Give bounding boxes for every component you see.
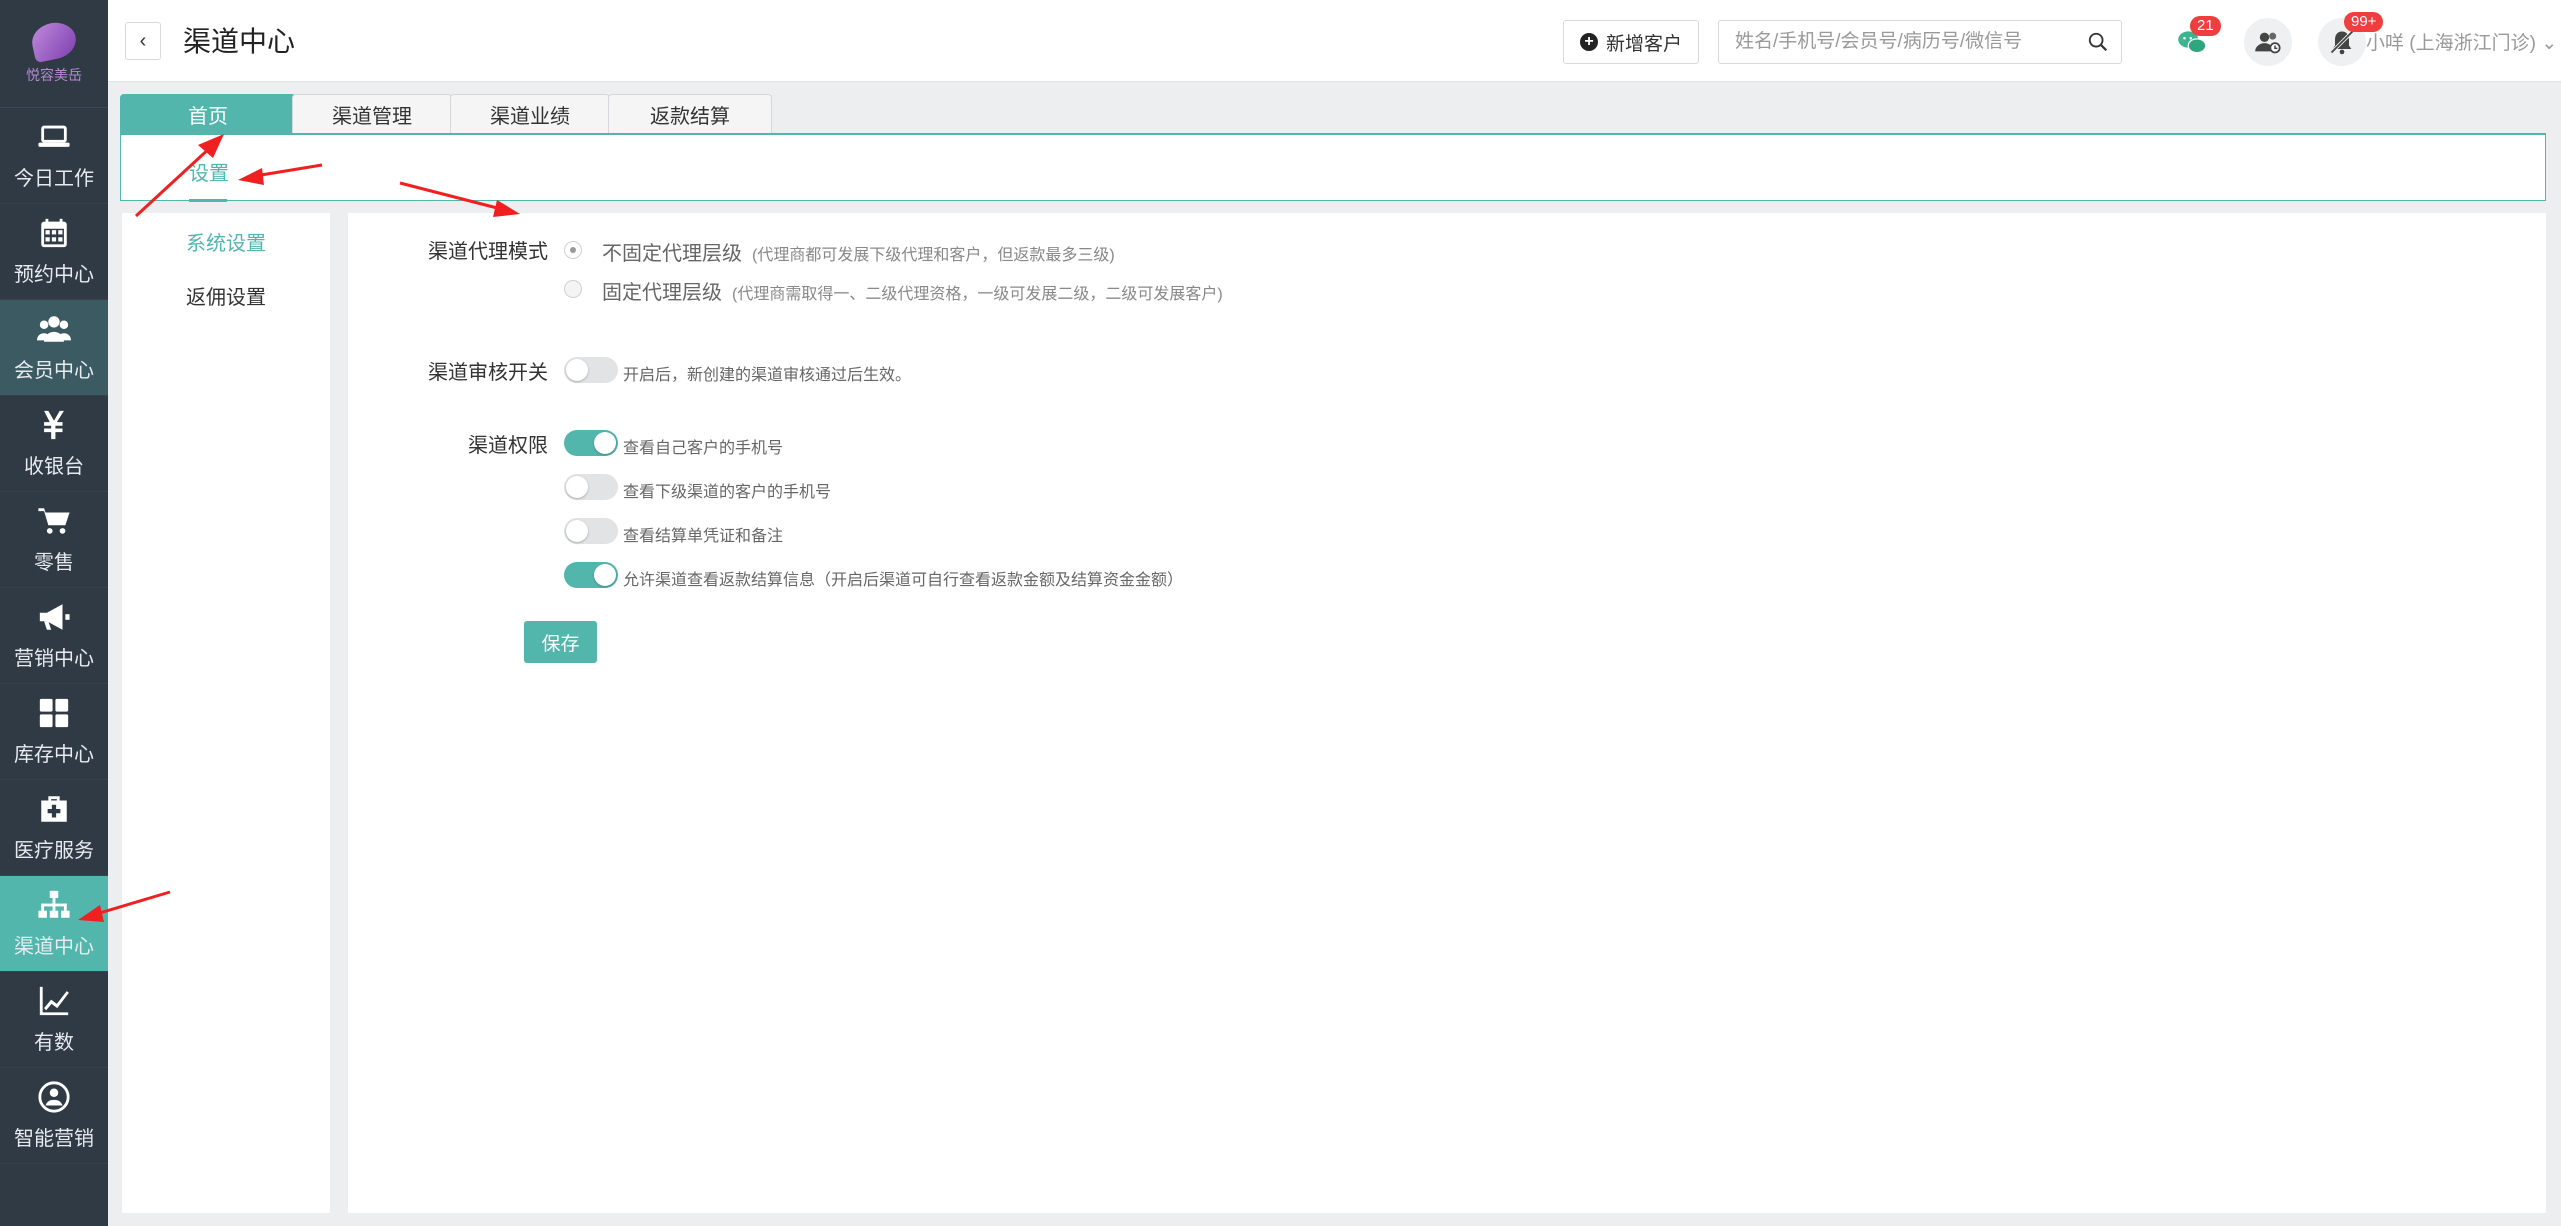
add-customer-label: 新增客户 [1605, 33, 1682, 55]
grid-icon [39, 698, 69, 728]
cart-icon [38, 508, 70, 534]
settings-form: 渠道代理模式 不固定代理层级 (代理商都可发展下级代理和客户，但返款最多三级) 固… [348, 213, 2546, 1213]
add-customer-button[interactable]: + 新增客户 [1563, 20, 1699, 64]
logo-mark-icon [28, 18, 80, 63]
app-root: 悦容美岳 今日工作 预约中心 会员中心 收银台 零售 营销中心 库存中心 医疗服… [0, 0, 2561, 1226]
subtab-underline [189, 199, 227, 202]
panel-divider [330, 213, 348, 1213]
user-group-icon [2255, 32, 2281, 54]
bell-off-icon [2330, 30, 2354, 55]
perm-voucher-text: 查看结算单凭证和备注 [623, 528, 784, 545]
nav-item-data[interactable]: 有数 [0, 972, 108, 1068]
megaphone-icon [39, 604, 70, 630]
nav-label: 会员中心 [14, 360, 94, 382]
sitemap-icon [38, 890, 70, 918]
radio-fixed-level-label[interactable]: 固定代理层级 (代理商需取得一、二级代理资格，一级可发展二级，二级可发展客户) [602, 276, 1223, 305]
settings-subbar: 设置 [120, 133, 2546, 202]
wechat-button[interactable]: 21 [2168, 16, 2221, 66]
audit-switch-label: 渠道审核开关 [428, 362, 548, 384]
nav-label: 有数 [34, 1032, 74, 1054]
back-button[interactable]: ‹ [125, 22, 161, 60]
contacts-button[interactable] [2244, 18, 2292, 66]
search-box [1718, 20, 2122, 64]
nav-label: 今日工作 [14, 168, 94, 190]
calendar-icon [41, 218, 67, 248]
nav-item-today[interactable]: 今日工作 [0, 108, 108, 204]
nav-label: 渠道中心 [14, 936, 94, 958]
option-text: 不固定代理层级 [602, 243, 742, 265]
wechat-badge: 21 [2190, 16, 2221, 36]
perm-toggle-sub-phone[interactable] [564, 474, 618, 500]
radio-unfixed-level-label[interactable]: 不固定代理层级 (代理商都可发展下级代理和客户，但返款最多三级) [602, 237, 1115, 266]
tab-channel-management[interactable]: 渠道管理 [292, 94, 452, 134]
chevron-left-icon: ‹ [139, 29, 147, 52]
nav-item-marketing[interactable]: 营销中心 [0, 588, 108, 684]
nav-item-appointment[interactable]: 预约中心 [0, 204, 108, 300]
brand-logo[interactable]: 悦容美岳 [0, 0, 108, 108]
nav-item-medical[interactable]: 医疗服务 [0, 780, 108, 876]
users-icon [37, 316, 71, 342]
save-button[interactable]: 保存 [524, 621, 597, 663]
perm-own-phone-text: 查看自己客户的手机号 [623, 440, 784, 457]
smart-icon [38, 1081, 70, 1113]
plus-circle-icon: + [1579, 33, 1598, 51]
tab-rebate-settlement[interactable]: 返款结算 [608, 94, 772, 134]
audit-toggle[interactable] [564, 357, 618, 383]
chevron-down-icon: ⌄ [2535, 33, 2558, 54]
nav-item-cashier[interactable]: 收银台 [0, 396, 108, 492]
option-note: (代理商需取得一、二级代理资格，一级可发展二级，二级可发展客户) [732, 286, 1223, 303]
laptop-icon [38, 125, 70, 147]
nav-label: 预约中心 [14, 264, 94, 286]
option-note: (代理商都可发展下级代理和客户，但返款最多三级) [752, 247, 1115, 264]
perm-sub-phone-text: 查看下级渠道的客户的手机号 [623, 484, 832, 501]
menu-system-settings[interactable]: 系统设置 [186, 227, 266, 256]
page-title: 渠道中心 [183, 26, 296, 57]
nav-item-smart-marketing[interactable]: 智能营销 [0, 1068, 108, 1164]
nav-label: 营销中心 [14, 648, 94, 670]
yen-icon [44, 410, 64, 440]
notification-button[interactable]: 99+ [2318, 12, 2384, 66]
medkit-icon [41, 796, 67, 822]
nav-item-inventory[interactable]: 库存中心 [0, 684, 108, 780]
nav-label: 零售 [34, 552, 74, 574]
nav-item-retail[interactable]: 零售 [0, 492, 108, 588]
settings-menu: 系统设置 返佣设置 [122, 213, 330, 1213]
sidebar: 悦容美岳 今日工作 预约中心 会员中心 收银台 零售 营销中心 库存中心 医疗服… [0, 0, 108, 1226]
nav-label: 智能营销 [14, 1128, 94, 1150]
agent-mode-label: 渠道代理模式 [428, 241, 548, 263]
top-header: ‹ 渠道中心 + 新增客户 21 99+ 小咩 (上海浙江门诊) ⌄ [108, 0, 2561, 82]
tab-channel-performance[interactable]: 渠道业绩 [450, 94, 610, 134]
user-name: 小咩 (上海浙江门诊) [2366, 33, 2536, 54]
option-text: 固定代理层级 [602, 282, 722, 304]
menu-commission-settings[interactable]: 返佣设置 [186, 281, 266, 310]
search-icon[interactable] [2087, 31, 2109, 53]
audit-toggle-text: 开启后，新创建的渠道审核通过后生效。 [623, 367, 912, 384]
tab-home[interactable]: 首页 [120, 94, 296, 134]
user-menu[interactable]: 小咩 (上海浙江门诊) ⌄ [2366, 28, 2557, 55]
permissions-label: 渠道权限 [468, 435, 548, 457]
nav-label: 库存中心 [14, 744, 94, 766]
subtab-settings[interactable]: 设置 [189, 157, 229, 186]
nav-label: 医疗服务 [14, 840, 94, 862]
nav-label: 收银台 [24, 456, 84, 478]
logo-text: 悦容美岳 [26, 66, 82, 83]
nav-item-member[interactable]: 会员中心 [0, 300, 108, 396]
perm-toggle-own-phone[interactable] [564, 430, 618, 456]
chart-icon [39, 986, 69, 1016]
search-input[interactable] [1719, 21, 2079, 63]
nav-item-channel[interactable]: 渠道中心 [0, 876, 108, 972]
perm-rebate-info-text: 允许渠道查看返款结算信息（开启后渠道可自行查看返款金额及结算资金金额） [623, 572, 1184, 589]
radio-unfixed-level[interactable] [564, 241, 582, 259]
perm-toggle-voucher[interactable] [564, 518, 618, 544]
radio-fixed-level[interactable] [564, 280, 582, 298]
perm-toggle-rebate-info[interactable] [564, 562, 618, 588]
